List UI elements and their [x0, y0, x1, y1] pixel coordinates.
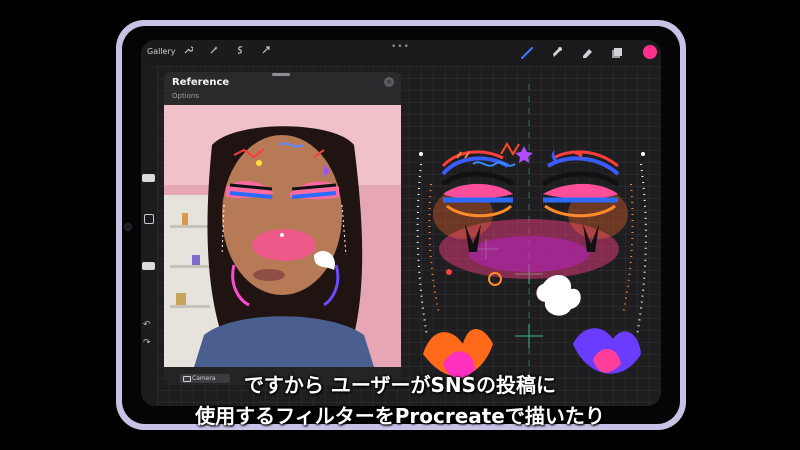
brush-icon[interactable] [519, 45, 535, 61]
subtitle-line-2: 使用するフィルターをProcreateで描いたり [195, 404, 605, 428]
layers-icon[interactable] [609, 45, 625, 61]
reference-drag-handle[interactable] [272, 73, 290, 76]
subtitle-line-1: ですから ユーザーがSNSの投稿に [243, 373, 557, 397]
face-filter-artwork [403, 74, 661, 406]
modify-button[interactable] [144, 214, 154, 224]
smudge-icon[interactable] [549, 45, 565, 61]
selection-icon[interactable] [233, 45, 247, 59]
close-icon[interactable]: × [384, 77, 394, 87]
brush-size-slider[interactable] [142, 174, 155, 182]
transform-icon[interactable] [259, 45, 273, 59]
wrench-icon[interactable] [181, 45, 195, 59]
reference-title: Reference [172, 77, 230, 88]
redo-icon[interactable]: ↷ [143, 338, 151, 348]
opacity-slider[interactable] [142, 262, 155, 270]
more-options-icon[interactable]: ••• [391, 42, 410, 52]
reference-options[interactable]: Options [172, 92, 199, 100]
top-toolbar: Gallery ••• [141, 40, 661, 66]
color-picker-button[interactable] [643, 45, 657, 59]
reference-camera-feed [164, 105, 401, 367]
front-camera [124, 223, 132, 231]
eraser-icon[interactable] [579, 45, 595, 61]
procreate-screen: Gallery ••• ↶ ↷ Reference Options × Came… [141, 40, 661, 406]
gallery-button[interactable]: Gallery [147, 47, 176, 56]
left-sidebar: ↶ ↷ [141, 110, 157, 348]
undo-icon[interactable]: ↶ [143, 320, 151, 330]
reference-window[interactable]: Reference Options × Camera [164, 72, 401, 385]
magic-wand-icon[interactable] [207, 45, 221, 59]
